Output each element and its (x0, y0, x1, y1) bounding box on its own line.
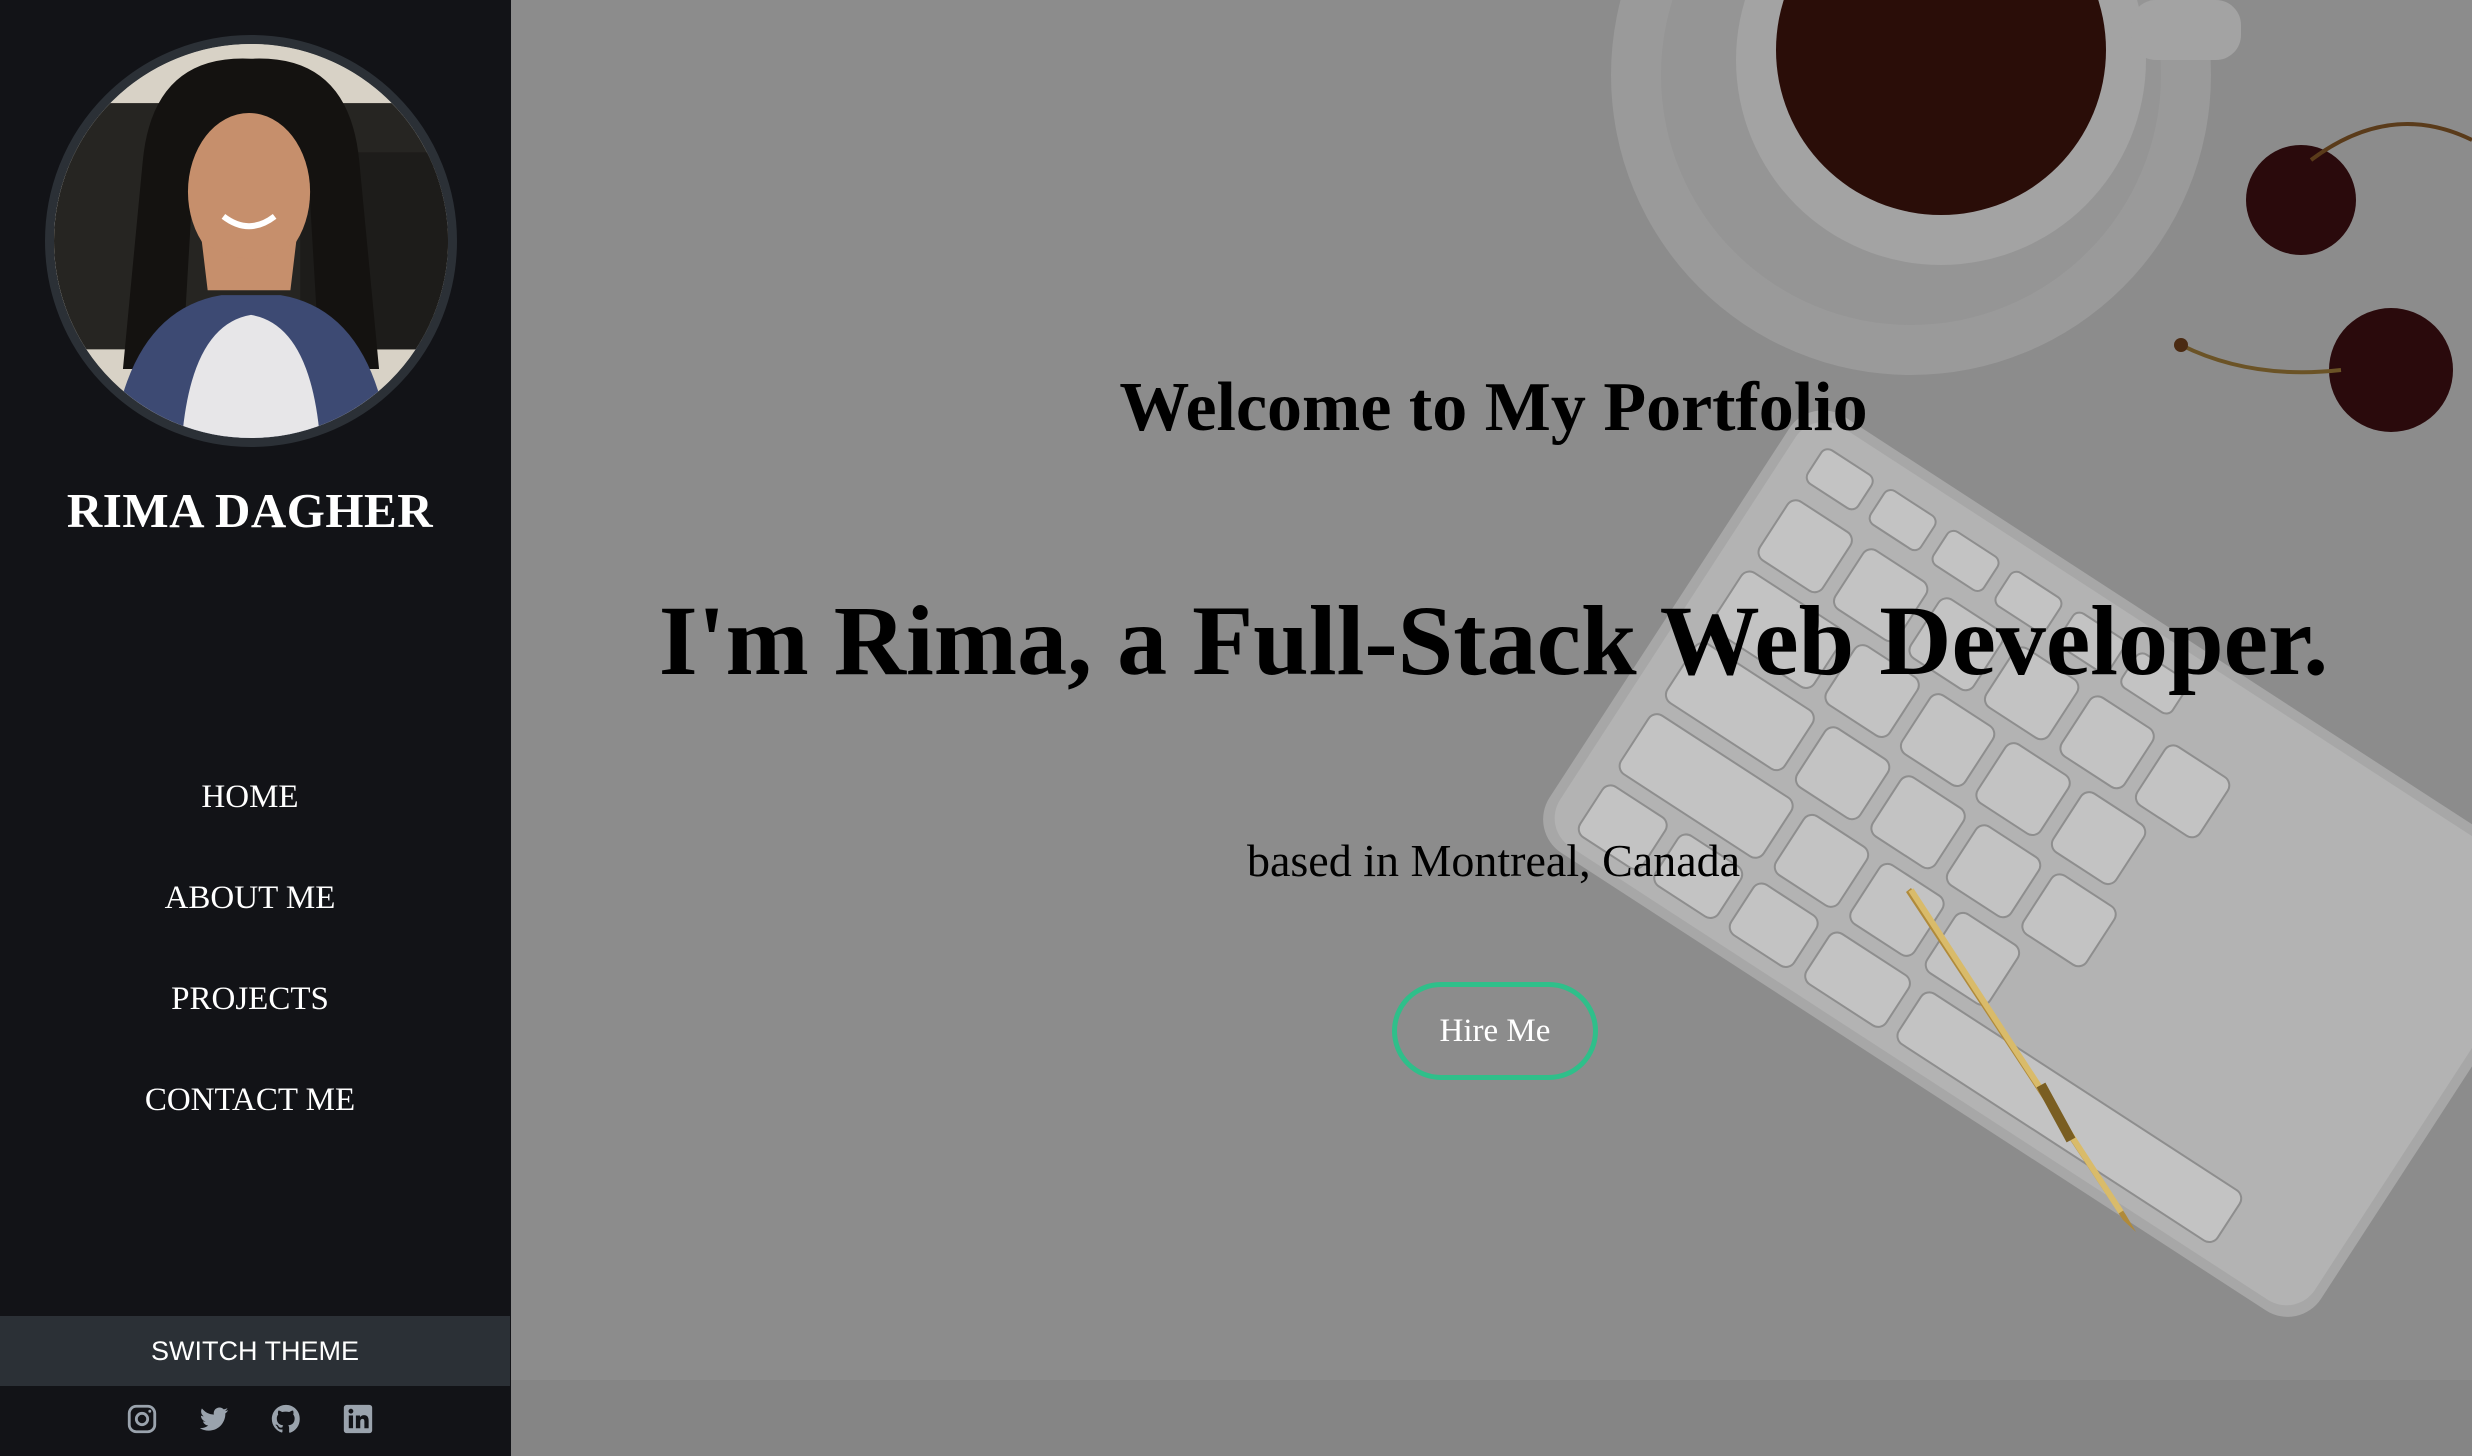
github-icon[interactable] (269, 1402, 303, 1436)
hire-me-button[interactable]: Hire Me (1392, 982, 1598, 1080)
profile-avatar (45, 35, 457, 447)
main-nav: HOME ABOUT ME PROJECTS CONTACT ME (0, 770, 500, 1174)
twitter-icon[interactable] (197, 1402, 231, 1436)
hero-headline: I'm Rima, a Full-Stack Web Developer. (658, 585, 2329, 696)
hero-section: Welcome to My Portfolio I'm Rima, a Full… (511, 0, 2472, 1456)
sidebar: RIMA DAGHER HOME ABOUT ME PROJECTS CONTA… (0, 0, 511, 1456)
welcome-heading: Welcome to My Portfolio (1119, 369, 1868, 446)
linkedin-icon[interactable] (341, 1402, 375, 1436)
switch-theme-button[interactable]: SWITCH THEME (0, 1316, 510, 1386)
nav-item-home[interactable]: HOME (0, 770, 500, 871)
profile-name: RIMA DAGHER (66, 483, 434, 538)
nav-item-about-me[interactable]: ABOUT ME (0, 871, 500, 972)
instagram-icon[interactable] (125, 1402, 159, 1436)
nav-item-contact-me[interactable]: CONTACT ME (0, 1073, 500, 1174)
hero-background-image (511, 0, 2472, 1456)
location-text: based in Montreal, Canada (1246, 835, 1741, 886)
social-links (0, 1402, 500, 1442)
nav-item-projects[interactable]: PROJECTS (0, 972, 500, 1073)
